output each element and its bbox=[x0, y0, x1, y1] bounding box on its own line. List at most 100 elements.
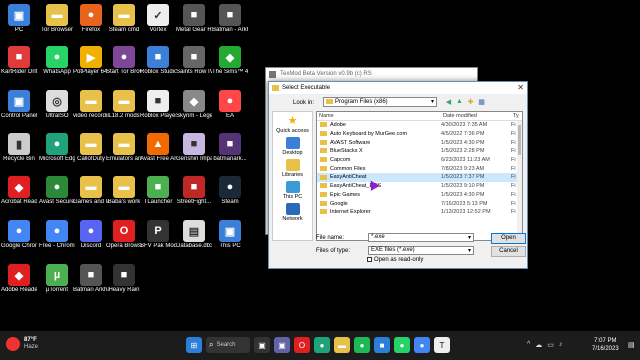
desktop-icon[interactable]: ▬ Baba's work bbox=[106, 174, 142, 206]
display-icon[interactable]: ▭ bbox=[547, 341, 554, 349]
desktop-icon[interactable]: ■ KartRider Drift bbox=[1, 44, 37, 76]
desktop-icon[interactable]: ▬ Tor Browser bbox=[39, 2, 75, 34]
desktop-icon[interactable]: ◆ The Sims™ 4 bbox=[212, 44, 248, 76]
desktop-icon[interactable]: ■Batman - Arkha... bbox=[212, 2, 248, 34]
desktop-icon[interactable]: ▬ L18.2 mods bbox=[106, 88, 142, 120]
onedrive-icon[interactable]: ☁ bbox=[535, 341, 542, 349]
opera-icon[interactable]: O bbox=[294, 337, 310, 353]
desktop-icon[interactable]: ■Genshin Impact bbox=[176, 131, 212, 163]
chat-icon[interactable]: ▣ bbox=[274, 337, 290, 353]
desktop-icon[interactable]: ▣ PC bbox=[1, 2, 37, 34]
desktop-icon[interactable]: ■ Heavy Rain bbox=[106, 262, 142, 294]
read-only-checkbox[interactable]: Open as read-only bbox=[367, 257, 423, 263]
desktop-icon[interactable]: ●Microsoft Edge bbox=[39, 131, 75, 163]
desktop-icon[interactable]: ▣ This PC bbox=[212, 218, 248, 250]
file-explorer-icon[interactable]: ▬ bbox=[334, 337, 350, 353]
desktop-icon[interactable]: ▬video recording... bbox=[73, 88, 109, 120]
place-quick-access[interactable]: ★ Quick access bbox=[273, 115, 312, 134]
desktop-icon[interactable]: ●Google Chrome bbox=[1, 218, 37, 250]
desktop-icon[interactable]: ●Avast Secure Browser bbox=[39, 174, 75, 206]
dialog-title-bar[interactable]: Select Executable ✕ bbox=[269, 82, 527, 94]
notification-icon[interactable]: ▤ bbox=[628, 341, 635, 349]
task-view-icon[interactable]: ▣ bbox=[254, 337, 270, 353]
checkbox-box[interactable] bbox=[367, 257, 372, 262]
desktop-icon[interactable]: ✓ Vortex bbox=[140, 2, 176, 34]
desktop-icon[interactable]: ◎ UltraISO bbox=[39, 88, 75, 120]
desktop-icon[interactable]: ● Firefox bbox=[73, 2, 109, 34]
column-type[interactable]: Ty bbox=[511, 112, 521, 120]
place-libraries[interactable]: Libraries bbox=[273, 159, 312, 178]
cancel-button[interactable]: Cancel bbox=[491, 246, 526, 257]
desktop-icon[interactable]: ■Metal Gear Rising Reve... bbox=[176, 2, 212, 34]
back-icon[interactable]: ◀ bbox=[444, 97, 453, 106]
desktop-icon[interactable]: ● EA bbox=[212, 88, 248, 120]
file-row[interactable]: Epic Games 1/5/2023 4:30 PM Fi bbox=[317, 191, 522, 200]
desktop-icon[interactable]: OOpera Browser bbox=[106, 218, 142, 250]
files-of-type-select[interactable]: EXE files (*.exe) ▾ bbox=[368, 246, 474, 255]
start-icon[interactable]: ⊞ bbox=[186, 337, 202, 353]
scroll-thumb[interactable] bbox=[518, 125, 521, 155]
file-row[interactable]: Google 7/16/2023 5:13 PM Fi bbox=[317, 199, 522, 208]
search-box[interactable]: ⌕ Search bbox=[206, 337, 250, 353]
desktop-icon[interactable]: ▬Emulators and games bbox=[106, 131, 142, 163]
view-menu-icon[interactable]: ▦ bbox=[477, 97, 486, 106]
desktop-icon[interactable]: ▬Games and launchers bbox=[73, 174, 109, 206]
desktop-icon[interactable]: ■ batmanark... bbox=[212, 131, 248, 163]
select-executable-dialog[interactable]: Select Executable ✕ Look in: Program Fil… bbox=[268, 81, 528, 269]
texmod-icon[interactable]: T bbox=[434, 337, 450, 353]
clock[interactable]: 7:07 PM 7/16/2023 bbox=[592, 337, 619, 353]
desktop-icon[interactable]: ◆Adobe Reader XI bbox=[1, 262, 37, 294]
new-folder-icon[interactable]: ✚ bbox=[466, 97, 475, 106]
desktop-icon[interactable]: ■ Saints Row IV bbox=[176, 44, 212, 76]
desktop-icon[interactable]: ▬ Steam cmd bbox=[106, 2, 142, 34]
desktop-icon[interactable]: ◆Acrobat Reader bbox=[1, 174, 37, 206]
desktop-icon[interactable]: ● Free - Chrome bbox=[39, 218, 75, 250]
desktop-icon[interactable]: ▮ Recycle Bin bbox=[1, 131, 37, 163]
store-icon[interactable]: ■ bbox=[374, 337, 390, 353]
up-folder-icon[interactable]: ▲ bbox=[455, 97, 464, 106]
look-in-select[interactable]: Program Files (x86) ▾ bbox=[323, 97, 437, 107]
desktop-icon[interactable]: µ µTorrent bbox=[39, 262, 75, 294]
desktop-icon[interactable]: ■ Roblox Player bbox=[140, 88, 176, 120]
close-icon[interactable]: ✕ bbox=[517, 83, 524, 92]
desktop-icon[interactable]: ■ Roblox Studio bbox=[140, 44, 176, 76]
tray-overflow-icon[interactable]: ^ bbox=[527, 341, 530, 349]
column-date[interactable]: Date modified bbox=[441, 112, 511, 120]
edge-icon[interactable]: ● bbox=[314, 337, 330, 353]
desktop-icon[interactable]: ●Start Tor Browser bbox=[106, 44, 142, 76]
desktop-icon[interactable]: ■ TLauncher bbox=[140, 174, 176, 206]
spotify-icon[interactable]: ● bbox=[354, 337, 370, 353]
desktop-icon[interactable]: ▶PotPlayer 64 bit bbox=[73, 44, 109, 76]
place-this-pc[interactable]: This PC bbox=[273, 181, 312, 200]
desktop-icon[interactable]: ▣ Control Panel bbox=[1, 88, 37, 120]
volume-icon[interactable]: ♪ bbox=[559, 341, 563, 349]
place-desktop[interactable]: Desktop bbox=[273, 137, 312, 156]
open-button[interactable]: Open bbox=[491, 233, 526, 244]
file-row[interactable]: Common Files 7/8/2023 9:23 AM Fi bbox=[317, 164, 522, 173]
file-row[interactable]: Internet Explorer 1/13/2023 12:52 PM Fi bbox=[317, 208, 522, 217]
desktop-icon[interactable]: ▲Avast Free Antivirus bbox=[140, 131, 176, 163]
file-list[interactable]: Name Date modified Ty Adobe 4/30/2023 7:3… bbox=[316, 111, 523, 241]
desktop-icon[interactable]: ● Discord bbox=[73, 218, 109, 250]
file-row[interactable]: Capcom 6/23/2023 11:23 AM Fi bbox=[317, 156, 522, 165]
desktop-icon[interactable]: ● Steam bbox=[212, 174, 248, 206]
file-name-input[interactable]: *.exe ▾ bbox=[368, 233, 474, 242]
vertical-scrollbar[interactable] bbox=[517, 121, 522, 240]
column-name[interactable]: Name bbox=[317, 112, 441, 120]
chrome-icon[interactable]: ● bbox=[414, 337, 430, 353]
desktop-icon[interactable]: ▤ Database.db3 bbox=[176, 218, 212, 250]
file-row[interactable]: AVAST Software 1/5/2023 4:30 PM Fi bbox=[317, 138, 522, 147]
desktop-icon[interactable]: ▬ CallofDuty bbox=[73, 131, 109, 163]
desktop-icon[interactable]: ■ StreetFight... bbox=[176, 174, 212, 206]
texmod-title-bar[interactable]: TexMod Beta Version v0.9b (c) RS bbox=[266, 68, 477, 81]
file-row[interactable]: BlueStacks X 1/5/2023 2:28 PM Fi bbox=[317, 147, 522, 156]
whatsapp-icon[interactable]: ● bbox=[394, 337, 410, 353]
file-row[interactable]: Auto Keyboard by MurGee.com 4/5/2022 7:36… bbox=[317, 130, 522, 139]
place-network[interactable]: Network bbox=[273, 203, 312, 222]
desktop-icon[interactable]: ● WhatsApp bbox=[39, 44, 75, 76]
file-row[interactable]: Adobe 4/30/2023 7:35 AM Fi bbox=[317, 121, 522, 130]
file-row[interactable]: EasyAntiCheat_EOS 1/5/2023 9:10 PM Fi bbox=[317, 182, 522, 191]
desktop-icon[interactable]: ◆Skyrim - Legenda... bbox=[176, 88, 212, 120]
desktop-icon[interactable]: PSFV Pak Mod Manager bbox=[140, 218, 176, 250]
weather-widget[interactable]: 87°F Haze bbox=[6, 337, 38, 351]
